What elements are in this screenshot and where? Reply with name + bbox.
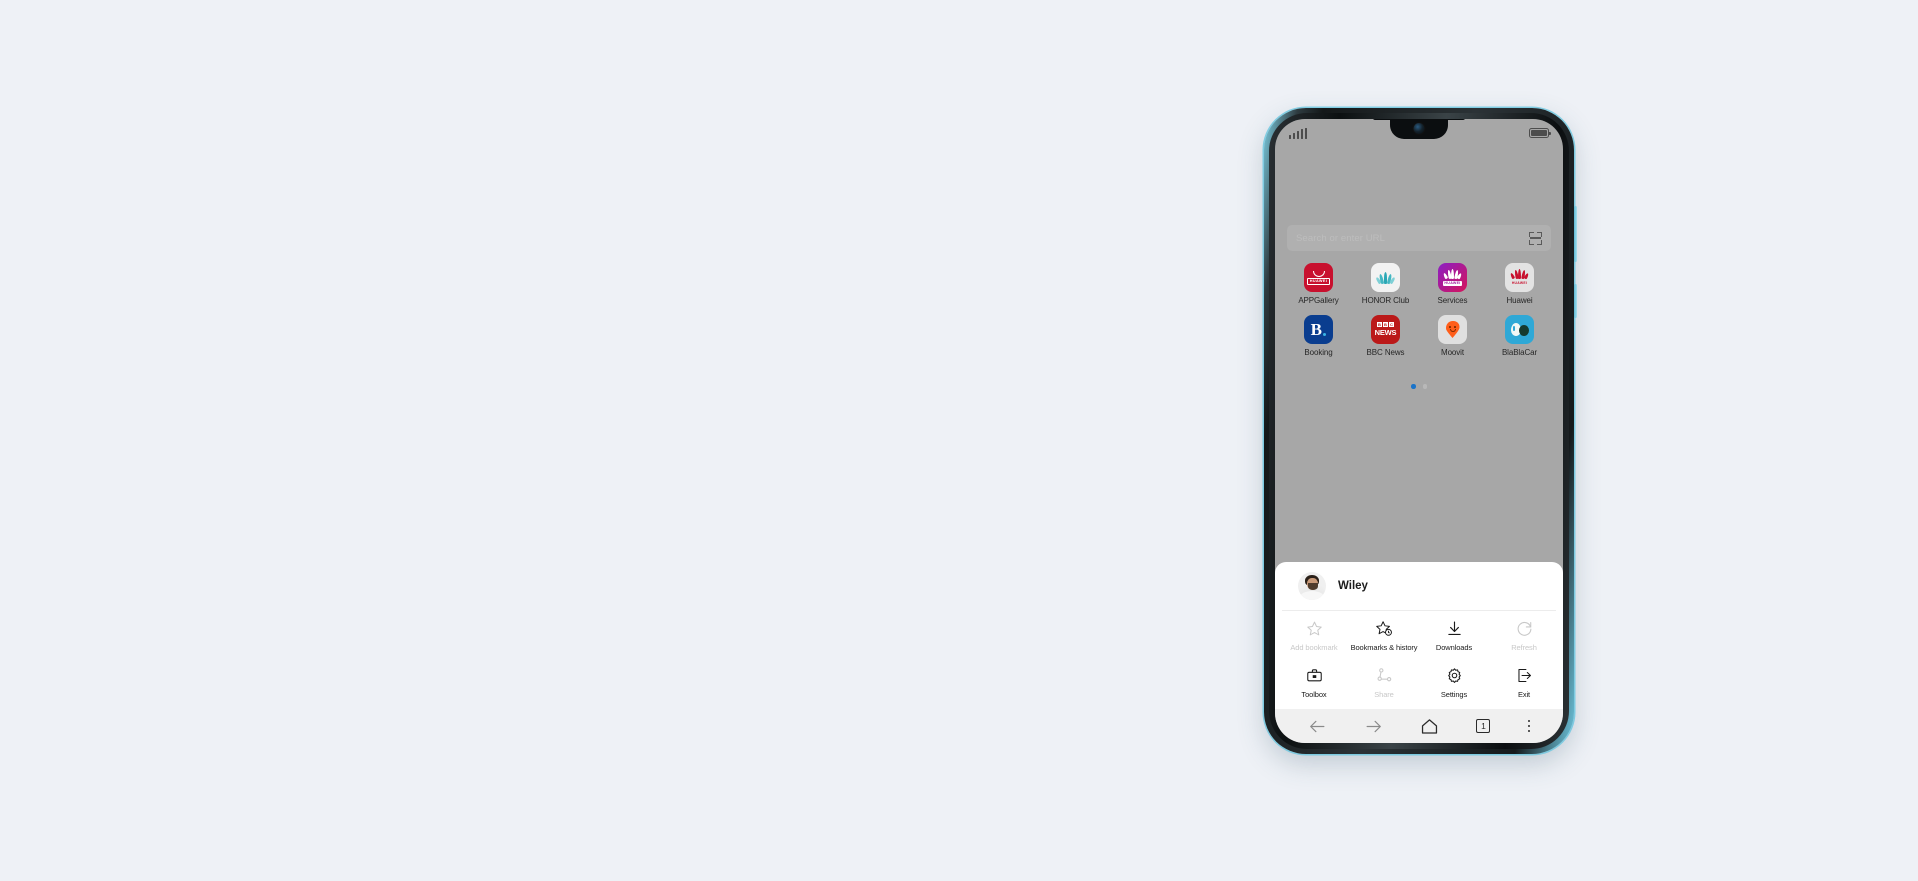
more-vertical-icon[interactable] <box>1527 719 1531 733</box>
shortcut-label: Booking <box>1304 348 1333 357</box>
shortcut-services[interactable]: HUAWEI Services <box>1419 263 1486 305</box>
shortcut-label: BBC News <box>1366 348 1405 357</box>
shortcut-label: HONOR Club <box>1361 296 1410 305</box>
menu-item-bookmarks-history[interactable]: Bookmarks & history <box>1349 620 1419 652</box>
menu-item-label: Add bookmark <box>1290 643 1338 653</box>
search-input[interactable]: Search or enter URL <box>1296 233 1385 244</box>
menu-item-label: Downloads <box>1435 643 1473 653</box>
gear-icon <box>1446 667 1463 684</box>
shortcut-blablacar[interactable]: BlaBlaCar <box>1486 315 1553 357</box>
bbc-news-icon: BBC NEWS <box>1371 315 1400 344</box>
shortcut-label: APPGallery <box>1298 296 1339 305</box>
volume-button[interactable] <box>1573 206 1577 262</box>
menu-item-refresh[interactable]: Refresh <box>1489 620 1559 652</box>
honor-club-icon <box>1371 263 1400 292</box>
shortcut-label: BlaBlaCar <box>1501 348 1538 357</box>
menu-item-downloads[interactable]: Downloads <box>1419 620 1489 652</box>
services-wordmark: HUAWEI <box>1442 280 1463 286</box>
status-bar <box>1275 119 1563 147</box>
menu-item-exit[interactable]: Exit <box>1489 667 1559 699</box>
menu-item-label: Toolbox <box>1301 689 1327 699</box>
menu-item-settings[interactable]: Settings <box>1419 667 1489 699</box>
menu-row-1: Add bookmark Bookmarks & history Downloa… <box>1275 611 1563 656</box>
profile-name: Wiley <box>1338 580 1368 593</box>
page-dot-2[interactable] <box>1422 384 1427 389</box>
booking-wordmark: B <box>1310 320 1322 339</box>
menu-item-label: Exit <box>1517 689 1531 699</box>
shortcut-bbc-news[interactable]: BBC NEWS BBC News <box>1352 315 1419 357</box>
booking-icon: B <box>1304 315 1333 344</box>
menu-item-label: Bookmarks & history <box>1350 643 1418 653</box>
blablacar-icon <box>1505 315 1534 344</box>
menu-item-add-bookmark[interactable]: Add bookmark <box>1279 620 1349 652</box>
profile-row[interactable]: Wiley <box>1282 562 1556 612</box>
menu-item-share[interactable]: Share <box>1349 667 1419 699</box>
tab-count-button[interactable]: 1 <box>1476 719 1491 733</box>
moovit-icon <box>1438 315 1467 344</box>
toolbox-icon <box>1306 667 1323 684</box>
battery-fill <box>1531 130 1547 136</box>
browser-menu-sheet: Wiley Add bookmark Bookmarks & history D… <box>1275 562 1563 709</box>
menu-item-toolbox[interactable]: Toolbox <box>1279 667 1349 699</box>
battery-full-icon <box>1529 128 1551 138</box>
huawei-wordmark: HUAWEI <box>1511 281 1528 286</box>
shortcut-appgallery[interactable]: HUAWEI APPGallery <box>1285 263 1352 305</box>
download-arrow-icon <box>1446 620 1463 637</box>
huawei-icon: HUAWEI <box>1505 263 1534 292</box>
shortcut-grid: HUAWEI APPGallery HONOR Club HUAWEI Serv… <box>1285 263 1553 357</box>
page-indicator[interactable] <box>1275 384 1563 389</box>
shortcut-label: Services <box>1437 296 1468 305</box>
home-icon[interactable] <box>1420 717 1439 736</box>
menu-item-label: Share <box>1374 689 1394 699</box>
appgallery-wordmark: HUAWEI <box>1307 277 1330 285</box>
exit-arrow-icon <box>1516 667 1533 684</box>
shortcut-huawei[interactable]: HUAWEI Huawei <box>1486 263 1553 305</box>
user-avatar[interactable] <box>1298 572 1326 601</box>
menu-item-label: Settings <box>1440 689 1468 699</box>
huawei-services-icon: HUAWEI <box>1438 263 1467 292</box>
shortcut-moovit[interactable]: Moovit <box>1419 315 1486 357</box>
phone-device-frame: Search or enter URL HUAWEI APPGallery HO… <box>1264 108 1577 754</box>
appgallery-icon: HUAWEI <box>1304 263 1333 292</box>
bbc-wordmark: NEWS <box>1374 328 1397 337</box>
shortcut-honor-club[interactable]: HONOR Club <box>1352 263 1419 305</box>
search-bar[interactable]: Search or enter URL <box>1287 225 1551 251</box>
phone-screen: Search or enter URL HUAWEI APPGallery HO… <box>1275 119 1563 743</box>
star-clock-icon <box>1375 620 1393 637</box>
shortcut-label: Moovit <box>1441 348 1464 357</box>
browser-nav-bar: 1 <box>1275 709 1563 743</box>
menu-row-2: Toolbox Share Settings Exit <box>1275 657 1563 703</box>
signal-bars-icon <box>1289 127 1307 139</box>
page-dot-1[interactable] <box>1411 384 1416 389</box>
arrow-right-icon[interactable] <box>1364 717 1383 736</box>
arrow-left-icon[interactable] <box>1308 717 1327 736</box>
shortcut-booking[interactable]: B Booking <box>1285 315 1352 357</box>
refresh-circle-icon <box>1516 620 1533 637</box>
share-nodes-icon <box>1376 667 1393 684</box>
menu-item-label: Refresh <box>1511 643 1537 653</box>
power-button[interactable] <box>1573 284 1577 318</box>
shortcut-label: Huawei <box>1506 296 1533 305</box>
star-outline-icon <box>1306 620 1323 637</box>
scan-qr-icon[interactable] <box>1529 231 1542 245</box>
